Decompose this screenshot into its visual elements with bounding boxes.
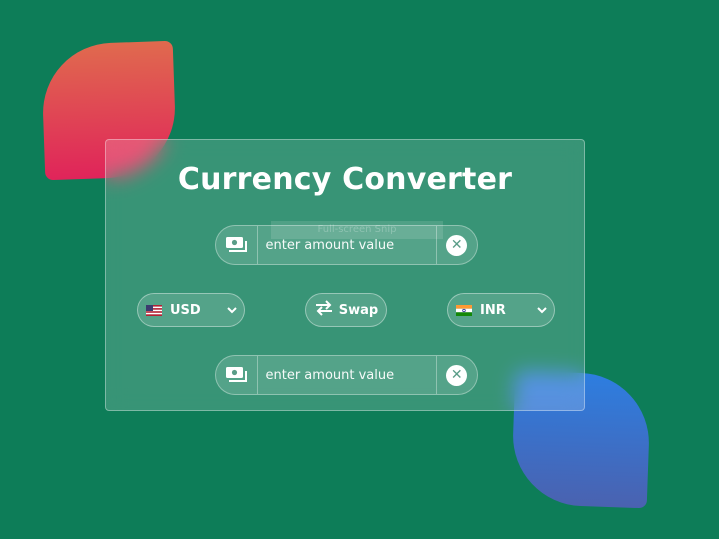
to-currency-select[interactable]: INR <box>447 293 555 327</box>
money-icon <box>216 226 258 264</box>
to-amount-field: ✕ <box>215 355 478 395</box>
from-currency-select[interactable]: USD <box>137 293 245 327</box>
swap-button[interactable]: Swap <box>305 293 387 327</box>
from-amount-input[interactable] <box>257 226 436 264</box>
to-currency-code: INR <box>480 302 506 318</box>
chevron-down-icon <box>530 306 554 314</box>
close-icon: ✕ <box>446 364 468 386</box>
from-clear-button[interactable]: ✕ <box>435 226 478 264</box>
chevron-down-icon <box>220 306 244 314</box>
in-flag-icon <box>456 304 472 316</box>
close-icon: ✕ <box>446 234 468 256</box>
to-amount-input[interactable] <box>257 356 436 394</box>
from-currency-code: USD <box>170 302 201 318</box>
us-flag-icon <box>146 304 162 316</box>
to-clear-button[interactable]: ✕ <box>435 356 478 394</box>
from-amount-field: ✕ <box>215 225 478 265</box>
swap-label: Swap <box>338 302 379 318</box>
page-title: Currency Converter <box>177 162 513 197</box>
swap-arrows-icon <box>314 300 334 320</box>
money-icon <box>216 356 258 394</box>
converter-card: Currency Converter Full-screen Snip ✕ US… <box>105 139 585 411</box>
